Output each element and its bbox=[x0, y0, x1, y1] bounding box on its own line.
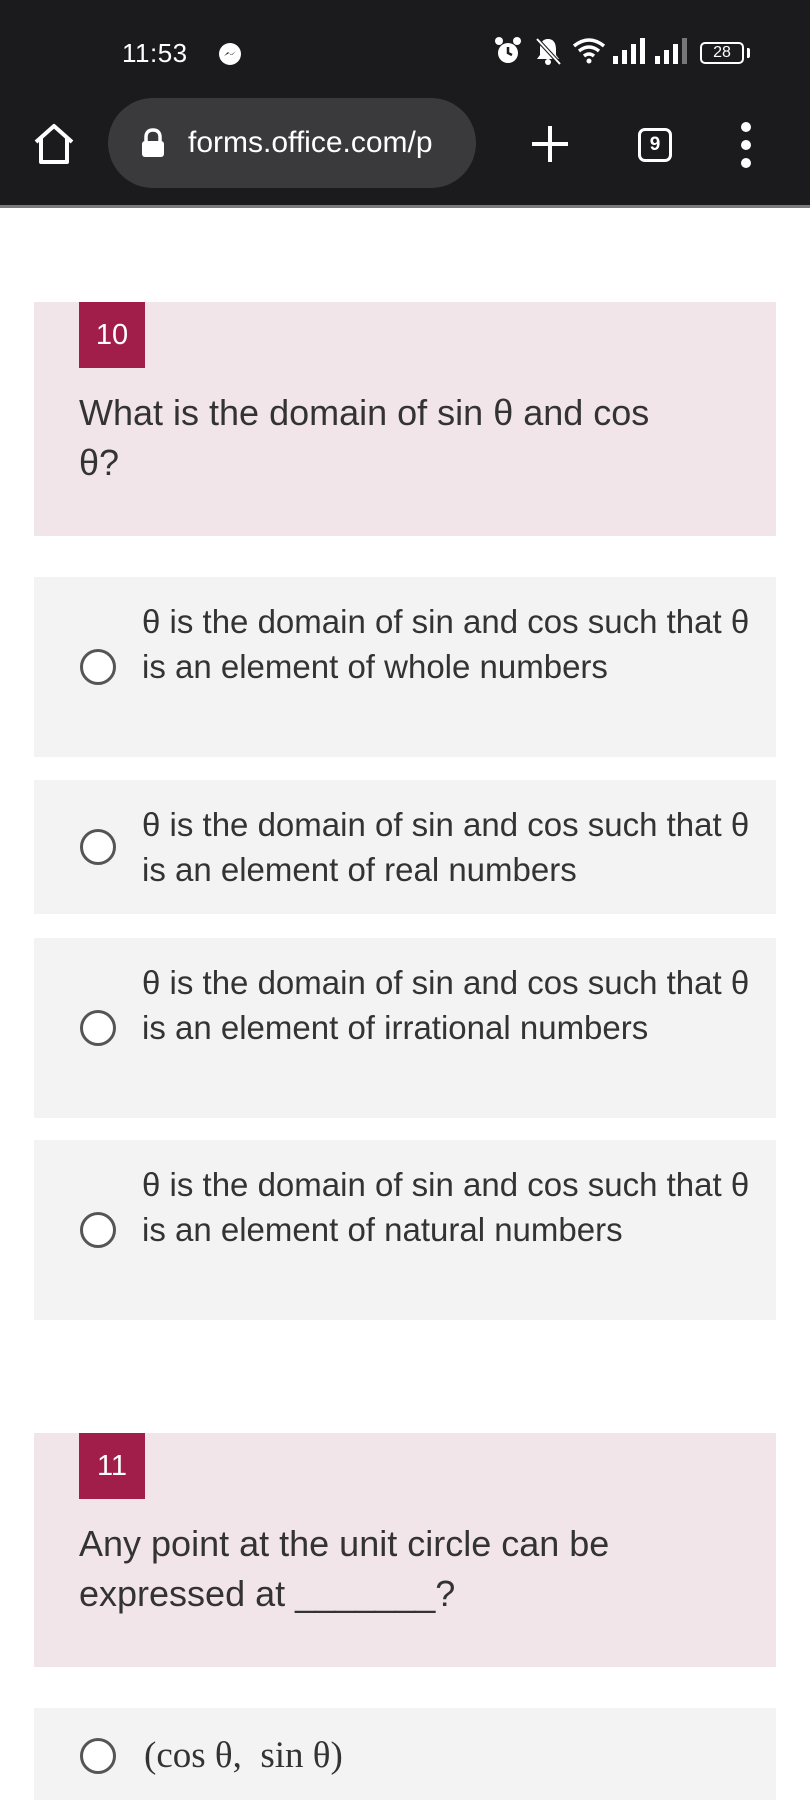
option-label: θ is the domain of sin and cos such that… bbox=[142, 806, 750, 888]
radio-button[interactable] bbox=[80, 1010, 116, 1046]
lock-icon bbox=[142, 128, 164, 157]
question-number: 10 bbox=[79, 302, 145, 368]
home-icon[interactable] bbox=[30, 120, 78, 168]
option-label: θ is the domain of sin and cos such that… bbox=[142, 603, 750, 685]
question-card: 11 Any point at the unit circle can be e… bbox=[34, 1433, 776, 1667]
signal-icon-2 bbox=[655, 38, 687, 64]
alarm-icon bbox=[495, 37, 521, 63]
url-text: forms.office.com/p bbox=[188, 126, 433, 159]
option-label: θ is the domain of sin and cos such that… bbox=[142, 1166, 750, 1248]
chrome-divider bbox=[0, 205, 810, 208]
tabs-icon[interactable]: 9 bbox=[638, 128, 672, 162]
wifi-icon bbox=[572, 38, 606, 64]
radio-button[interactable] bbox=[80, 829, 116, 865]
option-label: (cos θ, sin θ) bbox=[144, 1735, 343, 1776]
messenger-icon bbox=[219, 43, 241, 65]
overflow-menu-icon[interactable] bbox=[736, 120, 756, 170]
radio-button[interactable] bbox=[80, 1212, 116, 1248]
status-time: 11:53 bbox=[122, 38, 188, 68]
battery-icon: 28 bbox=[700, 42, 744, 64]
answer-option[interactable]: θ is the domain of sin and cos such that… bbox=[34, 577, 776, 757]
battery-tip bbox=[747, 48, 750, 58]
option-label: θ is the domain of sin and cos such that… bbox=[142, 964, 750, 1046]
question-text: What is the domain of sin θ and cos θ? bbox=[79, 392, 650, 483]
radio-button[interactable] bbox=[80, 649, 116, 685]
answer-option[interactable]: θ is the domain of sin and cos such that… bbox=[34, 1140, 776, 1320]
question-text: Any point at the unit circle can be expr… bbox=[79, 1523, 610, 1614]
plus-icon[interactable] bbox=[528, 122, 572, 166]
answer-option[interactable]: (cos θ, sin θ) bbox=[34, 1708, 776, 1800]
answer-option[interactable]: θ is the domain of sin and cos such that… bbox=[34, 938, 776, 1118]
answer-option[interactable]: θ is the domain of sin and cos such that… bbox=[34, 780, 776, 914]
radio-button[interactable] bbox=[80, 1738, 116, 1774]
question-number: 11 bbox=[79, 1433, 145, 1499]
browser-chrome: 11:53 28 forms.office.com/p 9 bbox=[0, 0, 810, 208]
signal-icon bbox=[613, 38, 645, 64]
mute-icon bbox=[535, 37, 562, 66]
question-card: 10 What is the domain of sin θ and cos θ… bbox=[34, 302, 776, 536]
address-bar[interactable]: forms.office.com/p bbox=[108, 98, 476, 188]
